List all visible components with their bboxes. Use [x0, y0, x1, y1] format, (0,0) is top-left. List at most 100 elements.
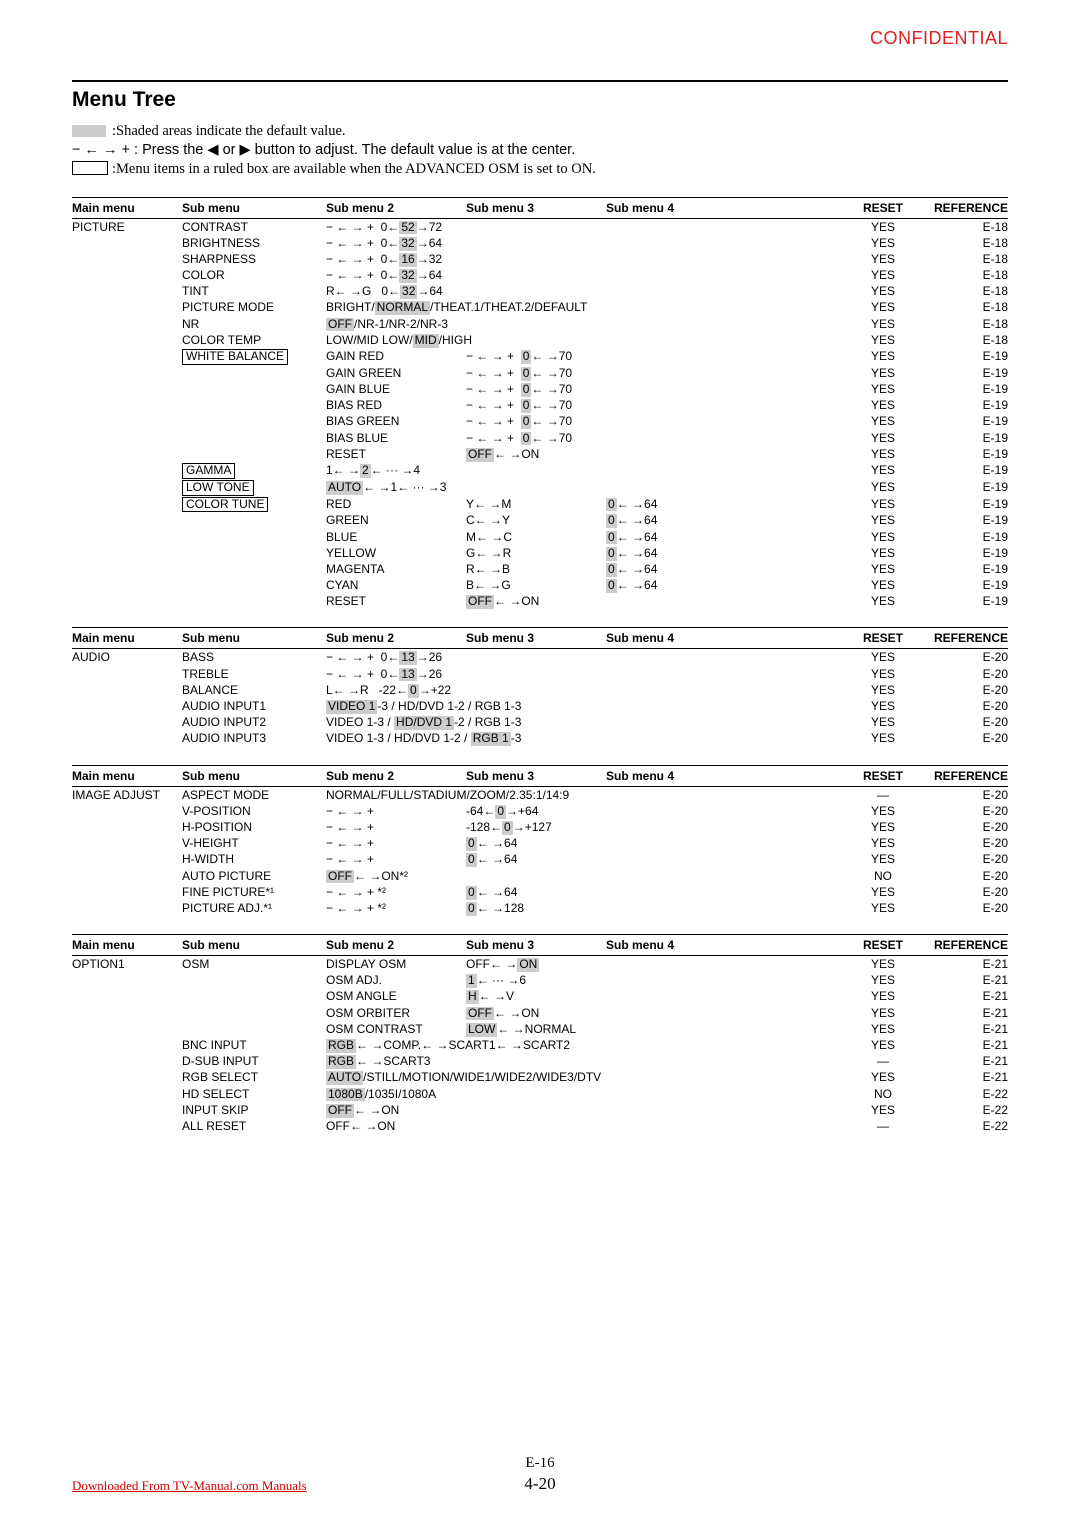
default-value: OFF: [466, 448, 494, 462]
table-row: COLOR− ← → + 0←32→64YESE-18: [72, 267, 1008, 283]
table-row: PICTURE MODEBRIGHT/NORMAL/THEAT.1/THEAT.…: [72, 299, 1008, 315]
default-value: 0: [606, 498, 617, 512]
table-row: GREENC← →Y0← →64YESE-19: [72, 512, 1008, 528]
page-number-chap: 4-20: [72, 1474, 1008, 1494]
default-value: 2: [360, 464, 371, 478]
table-row: GAMMA1← →2← ··· →4YESE-19: [72, 462, 1008, 479]
table-header: Main menuSub menuSub menu 2Sub menu 3Sub…: [72, 934, 1008, 956]
table-row: HD SELECT1080B/1035I/1080ANOE-22: [72, 1086, 1008, 1102]
table-row: BIAS BLUE− ← → + 0← →70YESE-19: [72, 430, 1008, 446]
default-value: 0: [495, 805, 506, 819]
default-value: 0: [606, 563, 617, 577]
table-row: COLOR TUNEREDY← →M0← →64YESE-19: [72, 496, 1008, 513]
page-title: Menu Tree: [72, 88, 1008, 112]
default-value: ON: [517, 958, 539, 972]
default-value: 0: [606, 514, 617, 528]
page-footer: E-16 4-20: [72, 1455, 1008, 1494]
table-row: AUTO PICTUREOFF← →ON*²NOE-20: [72, 868, 1008, 884]
table-row: OSM ORBITEROFF← →ONYESE-21: [72, 1005, 1008, 1021]
default-value: 0: [521, 367, 532, 381]
table-row: TREBLE− ← → + 0←13→26YESE-20: [72, 666, 1008, 682]
default-value: AUTO: [326, 1071, 363, 1085]
table-row: NROFF/NR-1/NR-2/NR-3YESE-18: [72, 316, 1008, 332]
top-rule: [72, 80, 1008, 82]
default-value: H: [466, 990, 479, 1004]
default-value: VIDEO 1: [326, 700, 377, 714]
table-row: IMAGE ADJUSTASPECT MODENORMAL/FULL/STADI…: [72, 787, 1008, 803]
table-row: FINE PICTURE*¹− ← → + *²0← →64YESE-20: [72, 884, 1008, 900]
table-row: SHARPNESS− ← → + 0←16→32YESE-18: [72, 251, 1008, 267]
table-row: GAIN GREEN− ← → + 0← →70YESE-19: [72, 365, 1008, 381]
default-value: OFF: [466, 595, 494, 609]
table-row: PICTURE ADJ.*¹− ← → + *²0← →128YESE-20: [72, 900, 1008, 916]
table-row: WHITE BALANCEGAIN RED− ← → + 0← →70YESE-…: [72, 348, 1008, 365]
default-value: AUTO: [326, 481, 363, 495]
table-body: PICTURECONTRAST− ← → + 0←52→72YESE-18BRI…: [72, 219, 1008, 610]
boxed-sample-icon: [72, 161, 108, 175]
table-row: OPTION1OSMDISPLAY OSMOFF← →ONYESE-21: [72, 956, 1008, 972]
table-row: BIAS GREEN− ← → + 0← →70YESE-19: [72, 413, 1008, 429]
table-row: BALANCEL← →R -22←0→+22YESE-20: [72, 682, 1008, 698]
table-body: AUDIOBASS− ← → + 0←13→26YESE-20TREBLE− ←…: [72, 649, 1008, 746]
default-value: 0: [521, 350, 532, 364]
default-value: 0: [606, 579, 617, 593]
default-value: 0: [606, 531, 617, 545]
table-row: MAGENTAR← →B0← →64YESE-19: [72, 561, 1008, 577]
default-value: OFF: [326, 318, 354, 332]
table-row: RESETOFF← →ONYESE-19: [72, 446, 1008, 462]
default-value: RGB: [326, 1055, 356, 1069]
default-value: 0: [521, 383, 532, 397]
default-value: 1: [466, 974, 477, 988]
boxed-menu-item: LOW TONE: [182, 480, 254, 496]
table-row: BRIGHTNESS− ← → + 0←32→64YESE-18: [72, 235, 1008, 251]
default-value: HD/DVD 1: [394, 716, 454, 730]
default-value: 32: [400, 285, 417, 299]
table-row: LOW TONEAUTO← →1← ··· →3YESE-19: [72, 479, 1008, 496]
table-row: AUDIOBASS− ← → + 0←13→26YESE-20: [72, 649, 1008, 665]
table-row: COLOR TEMPLOW/MID LOW/MID/HIGHYESE-18: [72, 332, 1008, 348]
default-value: 0: [521, 415, 532, 429]
default-value: 0: [466, 886, 477, 900]
table-row: OSM CONTRASTLOW← →NORMALYESE-21: [72, 1021, 1008, 1037]
default-value: LOW: [466, 1023, 497, 1037]
default-value: RGB: [326, 1039, 356, 1053]
table-row: BLUEM← →C0← →64YESE-19: [72, 529, 1008, 545]
intro-block: :Shaded areas indicate the default value…: [72, 122, 1008, 179]
table-body: OPTION1OSMDISPLAY OSMOFF← →ONYESE-21OSM …: [72, 956, 1008, 1134]
table-row: PICTURECONTRAST− ← → + 0←52→72YESE-18: [72, 219, 1008, 235]
table-row: D-SUB INPUTRGB← →SCART3—E-21: [72, 1053, 1008, 1069]
default-value: 52: [399, 221, 416, 235]
default-value: 0: [466, 902, 477, 916]
page-number-e: E-16: [72, 1455, 1008, 1472]
default-value: 0: [521, 432, 532, 446]
shaded-sample-icon: [72, 125, 106, 137]
default-value: MID: [413, 334, 439, 348]
table-header: Main menuSub menuSub menu 2Sub menu 3Sub…: [72, 627, 1008, 649]
table-row: V-HEIGHT− ← → +0← →64YESE-20: [72, 835, 1008, 851]
default-value: 0: [502, 821, 513, 835]
table-row: RGB SELECTAUTO/STILL/MOTION/WIDE1/WIDE2/…: [72, 1069, 1008, 1085]
default-value: 0: [466, 853, 477, 867]
default-value: 0: [606, 547, 617, 561]
default-value: OFF: [326, 1104, 354, 1118]
table-row: BIAS RED− ← → + 0← →70YESE-19: [72, 397, 1008, 413]
table-row: H-POSITION− ← → +-128←0→+127YESE-20: [72, 819, 1008, 835]
confidential-label: CONFIDENTIAL: [870, 28, 1008, 49]
table-row: OSM ADJ.1← ··· →6YESE-21: [72, 972, 1008, 988]
default-value: 16: [399, 253, 416, 267]
default-value: 0: [408, 684, 419, 698]
table-row: AUDIO INPUT2VIDEO 1-3 / HD/DVD 1-2 / RGB…: [72, 714, 1008, 730]
table-row: CYANB← →G0← →64YESE-19: [72, 577, 1008, 593]
boxed-menu-item: GAMMA: [182, 463, 235, 479]
table-row: V-POSITION− ← → +-64←0→+64YESE-20: [72, 803, 1008, 819]
default-value: OFF: [466, 1007, 494, 1021]
table-row: RESETOFF← →ONYESE-19: [72, 593, 1008, 609]
default-value: OFF: [326, 870, 354, 884]
table-row: ALL RESETOFF← →ON—E-22: [72, 1118, 1008, 1134]
intro-boxed: :Menu items in a ruled box are available…: [112, 161, 596, 177]
intro-shaded: :Shaded areas indicate the default value…: [112, 123, 346, 139]
table-row: OSM ANGLEH← →VYESE-21: [72, 988, 1008, 1004]
default-value: 0: [521, 399, 532, 413]
table-row: AUDIO INPUT3VIDEO 1-3 / HD/DVD 1-2 / RGB…: [72, 730, 1008, 746]
default-value: 13: [399, 668, 416, 682]
